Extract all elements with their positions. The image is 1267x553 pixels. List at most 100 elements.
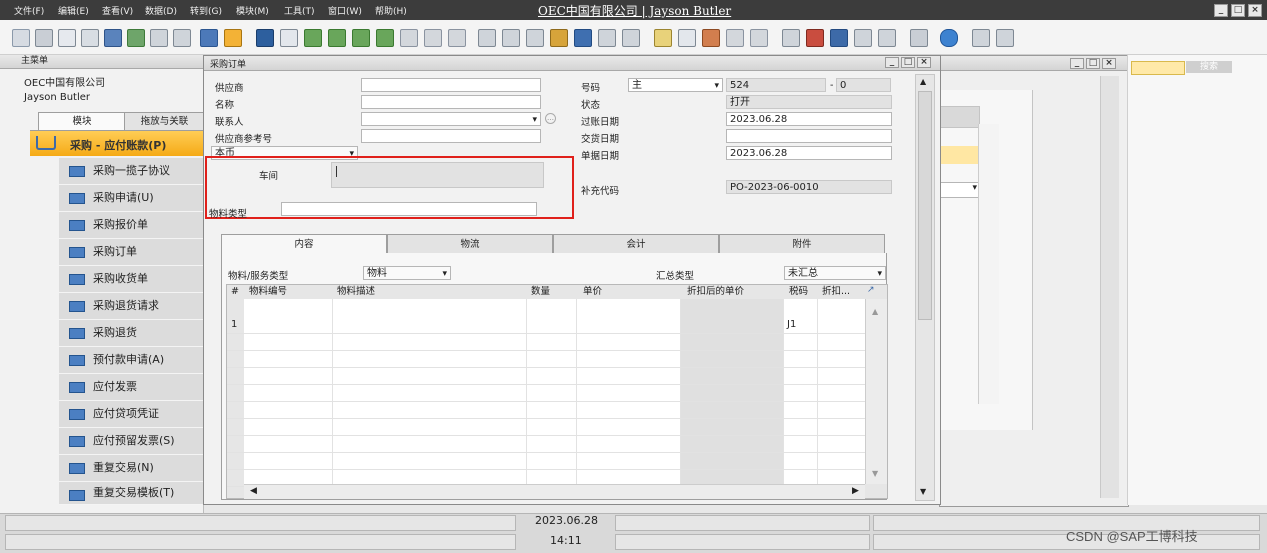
summary-type-dropdown[interactable]: 未汇总 xyxy=(784,266,886,280)
tab-accounting[interactable]: 会计 xyxy=(553,234,719,253)
menu-modules[interactable]: 模块(M) xyxy=(236,4,269,17)
menu-view[interactable]: 查看(V) xyxy=(102,4,133,17)
grid-scroll-right-icon[interactable]: ▶ xyxy=(852,486,859,496)
vendor-ref-field[interactable] xyxy=(361,129,541,143)
report-icon[interactable] xyxy=(574,29,592,47)
menu-item-recurring-transactions[interactable]: 重复交易(N) xyxy=(59,455,203,482)
menu-window[interactable]: 窗口(W) xyxy=(328,4,362,17)
tab-drag-relate[interactable]: 拖放与关联 xyxy=(124,112,205,131)
search-button[interactable]: 搜索 xyxy=(1186,61,1232,73)
grid-scroll-down-icon[interactable]: ▼ xyxy=(872,469,878,478)
menu-tools[interactable]: 工具(T) xyxy=(284,4,315,17)
message-icon[interactable] xyxy=(726,29,744,47)
workshop-field[interactable] xyxy=(331,162,544,188)
pdf-icon[interactable] xyxy=(173,29,191,47)
bg-minimize-icon[interactable]: _ xyxy=(1070,58,1084,69)
contact-detail-icon[interactable]: … xyxy=(545,113,556,124)
tile-windows-icon[interactable] xyxy=(972,29,990,47)
menu-item-reserve-invoice[interactable]: 应付预留发票(S) xyxy=(59,428,203,455)
alert-icon[interactable] xyxy=(806,29,824,47)
calendar-icon[interactable] xyxy=(782,29,800,47)
print-icon[interactable] xyxy=(35,29,53,47)
po-restore-icon[interactable]: □ xyxy=(901,57,915,68)
menu-item-recurring-templates[interactable]: 重复交易模板(T) xyxy=(59,482,203,505)
payment-icon[interactable] xyxy=(550,29,568,47)
preview-icon[interactable] xyxy=(12,29,30,47)
new-doc-icon[interactable] xyxy=(678,29,696,47)
module-purchasing[interactable]: 采购 - 应付账款(P) xyxy=(30,131,203,156)
launch-icon[interactable] xyxy=(200,29,218,47)
minimize-icon[interactable]: _ xyxy=(1214,4,1228,17)
bg-dropdown[interactable]: ▾ xyxy=(940,182,980,198)
chat-icon[interactable] xyxy=(750,29,768,47)
calculator-icon[interactable] xyxy=(830,29,848,47)
tab-modules[interactable]: 模块 xyxy=(38,112,126,131)
target-document-icon[interactable] xyxy=(502,29,520,47)
menu-item-purchase-quotation[interactable]: 采购报价单 xyxy=(59,212,203,239)
menu-item-blanket-agreement[interactable]: 采购一揽子协议 xyxy=(59,158,203,185)
menu-item-goods-return[interactable]: 采购退货 xyxy=(59,320,203,347)
close-icon[interactable]: × xyxy=(1248,4,1262,17)
first-record-icon[interactable] xyxy=(304,29,322,47)
po-minimize-icon[interactable]: _ xyxy=(885,57,899,68)
contact-dropdown[interactable] xyxy=(361,112,541,126)
grid-scroll-up-icon[interactable]: ▲ xyxy=(872,307,878,316)
layout-icon[interactable] xyxy=(622,29,640,47)
grid-vertical-scrollbar[interactable]: ▲ ▼ xyxy=(865,299,887,484)
edit-icon[interactable] xyxy=(654,29,672,47)
scroll-up-icon[interactable]: ▲ xyxy=(920,77,926,86)
cascade-windows-icon[interactable] xyxy=(996,29,1014,47)
row-1-tax-code[interactable]: J1 xyxy=(787,319,796,330)
menu-edit[interactable]: 编辑(E) xyxy=(58,4,89,17)
word-icon[interactable] xyxy=(150,29,168,47)
item-type-dropdown[interactable]: 物料 xyxy=(363,266,451,280)
settings-doc-icon[interactable] xyxy=(702,29,720,47)
tab-contents[interactable]: 内容 xyxy=(221,234,387,253)
menu-item-purchase-request[interactable]: 采购申请(U) xyxy=(59,185,203,212)
doc-date-field[interactable]: 2023.06.28 xyxy=(726,146,892,160)
last-record-icon[interactable] xyxy=(376,29,394,47)
menu-item-ap-credit-memo[interactable]: 应付贷项凭证 xyxy=(59,401,203,428)
find-icon[interactable] xyxy=(256,29,274,47)
material-type-field[interactable] xyxy=(281,202,537,216)
restore-icon[interactable]: □ xyxy=(1231,4,1245,17)
tab-logistics[interactable]: 物流 xyxy=(387,234,553,253)
bg-scrollbar[interactable] xyxy=(978,124,999,404)
filter-icon[interactable] xyxy=(424,29,442,47)
menu-goto[interactable]: 转到(G) xyxy=(190,4,222,17)
tab-attachments[interactable]: 附件 xyxy=(719,234,885,253)
delivery-date-field[interactable] xyxy=(726,129,892,143)
menu-data[interactable]: 数据(D) xyxy=(145,4,177,17)
scroll-down-icon[interactable]: ▼ xyxy=(920,487,926,496)
next-record-icon[interactable] xyxy=(352,29,370,47)
excel-icon[interactable] xyxy=(127,29,145,47)
bg-close-icon[interactable]: × xyxy=(1102,58,1116,69)
journal-icon[interactable] xyxy=(526,29,544,47)
po-vertical-scrollbar[interactable]: ▲ ▼ xyxy=(915,74,935,501)
menu-item-return-request[interactable]: 采购退货请求 xyxy=(59,293,203,320)
series-dropdown[interactable]: 主 xyxy=(628,78,723,92)
base-document-icon[interactable] xyxy=(478,29,496,47)
help-icon[interactable] xyxy=(940,29,958,47)
po-close-icon[interactable]: × xyxy=(917,57,931,68)
expand-icon[interactable]: ↗ xyxy=(867,285,875,295)
search-field[interactable] xyxy=(1131,61,1185,75)
fax-icon[interactable] xyxy=(104,29,122,47)
bg-restore-icon[interactable]: □ xyxy=(1086,58,1100,69)
menu-item-goods-receipt[interactable]: 采购收货单 xyxy=(59,266,203,293)
users-icon[interactable] xyxy=(878,29,896,47)
menu-item-down-payment-request[interactable]: 预付款申请(A) xyxy=(59,347,203,374)
email-icon[interactable] xyxy=(58,29,76,47)
drag-relate-icon[interactable] xyxy=(910,29,928,47)
scroll-thumb[interactable] xyxy=(918,91,932,320)
gross-profit-icon[interactable] xyxy=(598,29,616,47)
previous-record-icon[interactable] xyxy=(328,29,346,47)
menu-item-ap-invoice[interactable]: 应付发票 xyxy=(59,374,203,401)
lock-icon[interactable] xyxy=(224,29,242,47)
vendor-field[interactable] xyxy=(361,78,541,92)
bg-vertical-scrollbar[interactable] xyxy=(1100,76,1119,498)
hierarchy-icon[interactable] xyxy=(854,29,872,47)
add-icon[interactable] xyxy=(280,29,298,47)
grid-horizontal-scrollbar[interactable]: ◀ ▶ xyxy=(244,484,865,499)
refresh-icon[interactable] xyxy=(400,29,418,47)
